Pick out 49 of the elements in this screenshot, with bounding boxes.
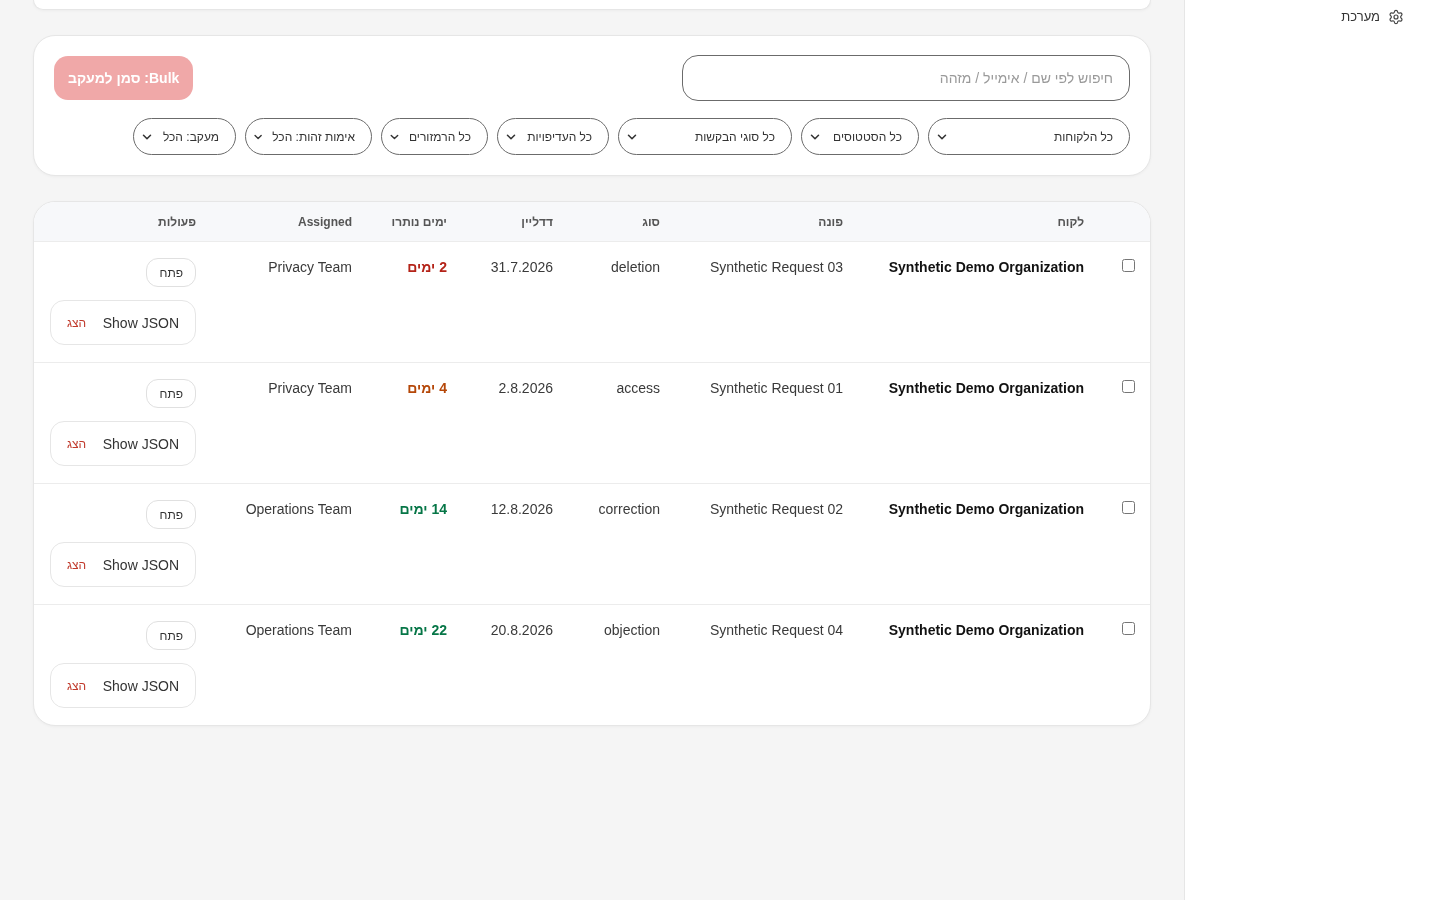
deadline-cell-text: 31.7.2026 [489,258,554,276]
search-field[interactable]: חיפוש לפי שם / אימייל / מזהה [682,55,1130,101]
filter-select[interactable]: אימות זהות: הכל [245,118,372,155]
filter-select[interactable]: כל הלקוחות [928,118,1130,155]
assigned-cell-text: Operations Team [244,500,353,518]
open-button[interactable]: פתח [146,500,196,529]
requester-cell-text: Synthetic Request 03 [708,258,844,276]
filter-select[interactable]: מעקב: הכל [133,118,236,155]
settings-icon [1388,9,1404,25]
open-button[interactable]: פתח [146,258,196,287]
open-button[interactable]: פתח [146,621,196,650]
days-left: 4 ימים [407,380,447,396]
days-left: 2 ימים [407,259,447,275]
open-button[interactable]: פתח [146,379,196,408]
deadline-cell-text: 12.8.2026 [489,500,554,518]
requester-cell-text: Synthetic Request 04 [708,621,844,639]
column-header: Assigned [297,214,353,229]
type-cell-text: access [615,379,661,397]
row-checkbox[interactable] [1122,501,1135,514]
deadline-cell-text: 20.8.2026 [489,621,554,639]
column-header: פונה [817,214,844,229]
column-header: סוג [641,214,661,229]
customer-cell-text: Synthetic Demo Organization [887,379,1085,397]
sidebar-item[interactable]: מערכת [1341,8,1404,26]
filter-select[interactable]: כל העדיפויות [497,118,609,155]
assigned-cell-text: Privacy Team [267,258,353,276]
filter-select[interactable]: כל הרמזורים [381,118,488,155]
row-checkbox[interactable] [1122,259,1135,272]
days-left: 14 ימים [399,501,447,517]
requester-cell-text: Synthetic Request 01 [708,379,844,397]
type-cell-text: correction [597,500,661,518]
assigned-cell-text: Operations Team [244,621,353,639]
deadline-cell-text: 2.8.2026 [497,379,554,397]
type-cell-text: objection [602,621,661,639]
days-left: 22 ימים [399,622,447,638]
row-checkbox[interactable] [1122,380,1135,393]
customer-cell-text: Synthetic Demo Organization [887,500,1085,518]
requester-cell-text: Synthetic Request 02 [708,500,844,518]
column-header: פעולות [157,214,197,229]
row-checkbox[interactable] [1122,622,1135,635]
customer-cell-text: Synthetic Demo Organization [887,258,1085,276]
type-cell-text: deletion [609,258,661,276]
column-header: ימים נותרו [390,214,448,229]
column-header: דדליין [520,214,554,229]
column-header: לקוח [1056,214,1085,229]
filter-select[interactable]: כל הסטטוסים [801,118,919,155]
assigned-cell-text: Privacy Team [267,379,353,397]
filter-select[interactable]: כל סוגי הבקשות [618,118,792,155]
customer-cell-text: Synthetic Demo Organization [887,621,1085,639]
